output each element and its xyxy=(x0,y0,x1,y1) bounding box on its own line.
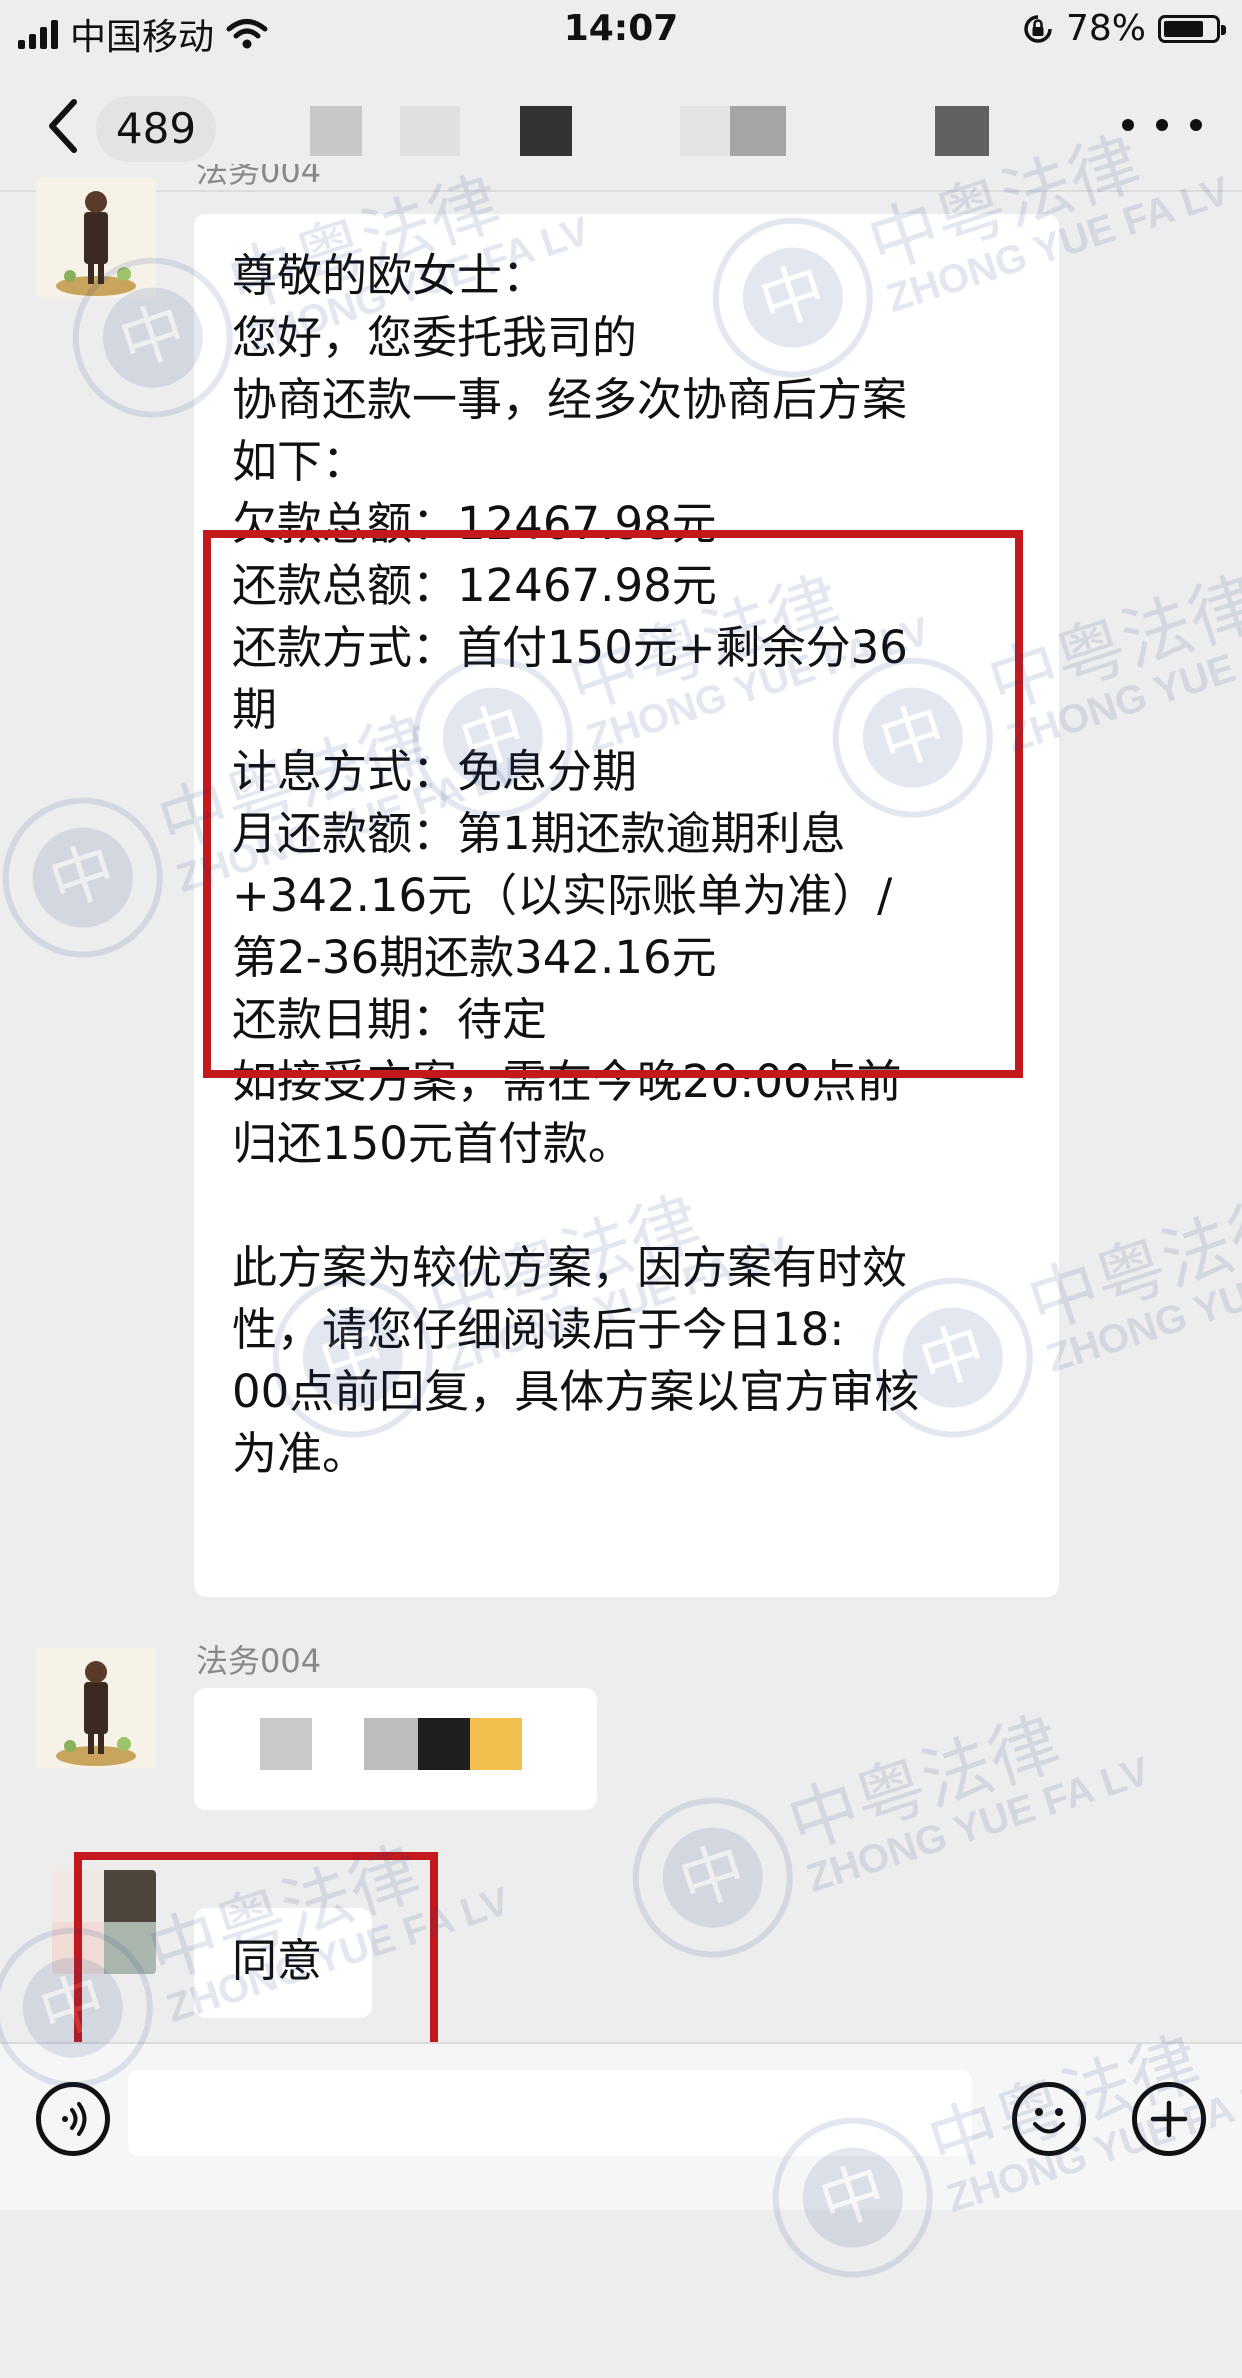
message-line xyxy=(232,1175,1032,1237)
message-line: 00点前回复，具体方案以官方审核 xyxy=(232,1365,920,1418)
message-line: 为准。 xyxy=(232,1427,368,1480)
highlight-box-plan xyxy=(203,530,1023,1078)
avatar-legal-agent-2[interactable] xyxy=(36,1648,156,1768)
emoji-icon[interactable] xyxy=(1012,2082,1086,2156)
battery-percent: 78% xyxy=(1065,8,1146,49)
sender-name-2: 法务004 xyxy=(196,1642,322,1680)
avatar-legal-agent[interactable] xyxy=(36,178,156,298)
pixelated-message-content xyxy=(260,1718,530,1770)
input-bar xyxy=(0,2042,1242,2210)
header-divider xyxy=(0,190,1242,192)
highlight-box-reply xyxy=(74,1852,438,2074)
status-right: 78% xyxy=(1022,8,1226,49)
watermark-logo: 中中粤法律ZHONG YUE FA LV xyxy=(584,1642,1155,2057)
message-line: 协商还款一事，经多次协商后方案 xyxy=(232,373,908,426)
sender-name: 法务004 xyxy=(196,164,322,188)
battery-icon xyxy=(1158,14,1226,43)
message-line: 您好，您委托我司的 xyxy=(232,311,638,364)
message-line: 尊敬的欧女士： xyxy=(232,249,548,302)
more-dots-icon[interactable] xyxy=(1122,100,1202,150)
voice-icon[interactable] xyxy=(36,2082,110,2156)
message-line: 归还150元首付款。 xyxy=(232,1117,633,1170)
unread-count-badge[interactable]: 489 xyxy=(96,96,216,162)
message-line: 性，请您仔细阅读后于今日18: xyxy=(232,1303,845,1356)
message-input[interactable] xyxy=(128,2070,972,2156)
message-line: 此方案为较优方案，因方案有时效 xyxy=(232,1241,908,1294)
message-line: 如下： xyxy=(232,435,368,488)
chat-title-pixelated xyxy=(310,106,990,156)
chat-header: 489 xyxy=(0,62,1242,192)
status-bar: 中国移动 14:07 78% xyxy=(0,0,1242,62)
plus-icon[interactable] xyxy=(1132,2082,1206,2156)
orientation-lock-icon xyxy=(1024,14,1052,43)
